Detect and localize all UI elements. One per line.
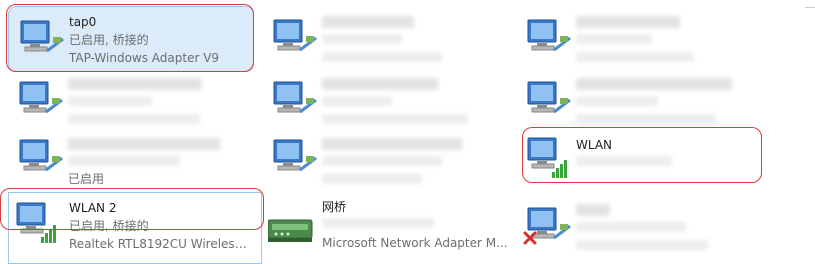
network-adapter-icon: [524, 132, 572, 180]
redacted-text: [322, 34, 402, 44]
network-adapter-icon: [524, 14, 572, 62]
network-bridge-icon: [268, 212, 316, 260]
network-adapter-icon: [524, 76, 572, 124]
redacted-text: [576, 156, 672, 166]
adapter-row4-col3[interactable]: [516, 194, 760, 260]
redacted-text: [322, 138, 462, 150]
redacted-text: [68, 78, 202, 90]
network-adapter-icon: [16, 134, 64, 182]
redacted-text: [322, 218, 434, 228]
redacted-text: [68, 138, 220, 150]
redacted-text: [576, 114, 716, 124]
adapter-row2-col3[interactable]: [516, 72, 760, 130]
adapter-device: TAP-Windows Adapter V9: [69, 51, 220, 65]
redacted-text: [322, 156, 442, 166]
adapter-row1-col3[interactable]: [516, 6, 760, 70]
network-adapter-icon: [17, 15, 65, 63]
network-adapter-icon: [270, 14, 318, 62]
redacted-text: [576, 96, 658, 106]
adapter-wlan2[interactable]: WLAN 2 已启用, 桥接的 Realtek RTL8192CU Wirele…: [8, 192, 262, 264]
redacted-text: [576, 52, 694, 62]
redacted-text: [322, 78, 438, 90]
redacted-text: [322, 52, 442, 62]
redacted-text: [68, 156, 180, 166]
adapter-bridge[interactable]: 网桥 Microsoft Network Adapter M...: [262, 194, 514, 260]
redacted-text: [576, 222, 686, 232]
adapter-status: 已启用, 桥接的: [69, 219, 149, 233]
redacted-text: [68, 96, 152, 106]
network-adapter-icon: [270, 134, 318, 182]
adapter-tap0[interactable]: tap0 已启用, 桥接的 TAP-Windows Adapter V9: [8, 6, 254, 72]
redacted-text: [322, 174, 422, 184]
redacted-text: [68, 114, 200, 124]
adapter-row3-col2[interactable]: [262, 132, 506, 188]
adapter-row2-col2[interactable]: [262, 72, 506, 130]
adapter-row1-col2[interactable]: [262, 6, 506, 70]
adapter-device: Microsoft Network Adapter M...: [322, 236, 508, 250]
redacted-text: [576, 78, 732, 90]
redacted-text: [322, 96, 392, 106]
network-adapter-icon: [13, 197, 61, 245]
divider: [805, 7, 815, 8]
adapter-name: tap0: [69, 15, 97, 29]
adapter-name: WLAN 2: [69, 201, 117, 215]
redacted-text: [576, 204, 610, 216]
adapter-status: 已启用, 桥接的: [69, 33, 149, 47]
network-adapter-icon: [16, 76, 64, 124]
adapter-device: Realtek RTL8192CU Wireless LAN 802.11n U…: [69, 237, 251, 251]
adapter-row2-col1[interactable]: [8, 72, 252, 130]
adapter-name: WLAN: [576, 138, 613, 152]
adapter-status: 已启用: [68, 172, 105, 186]
disconnected-x-icon: [522, 230, 538, 246]
network-adapter-icon: [270, 76, 318, 124]
adapter-name: 网桥: [322, 200, 347, 214]
redacted-text: [576, 240, 708, 250]
adapter-wlan[interactable]: WLAN: [524, 128, 760, 182]
redacted-text: [576, 16, 680, 28]
redacted-text: [576, 34, 652, 44]
adapter-row3-col1[interactable]: 已启用: [8, 132, 252, 188]
redacted-text: [322, 16, 414, 28]
redacted-text: [322, 114, 468, 124]
